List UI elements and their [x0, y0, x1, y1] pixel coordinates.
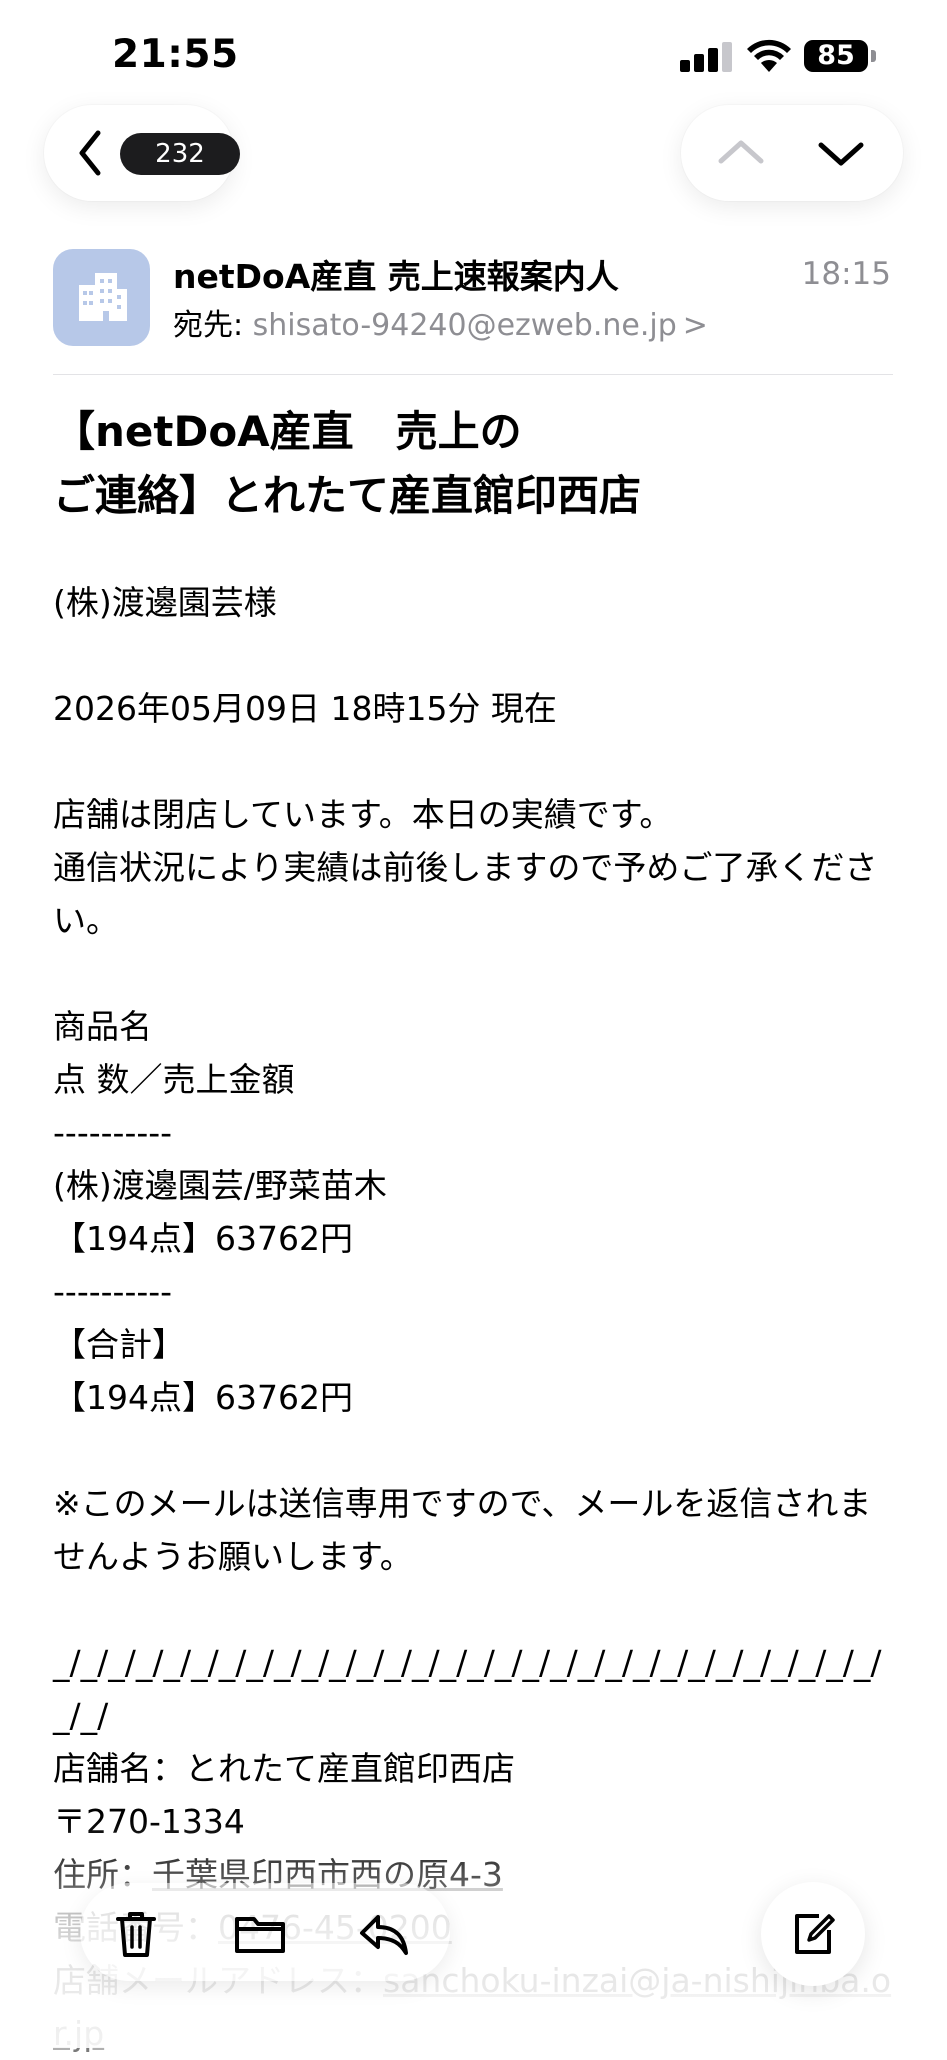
postal-code: 〒270-1334 — [53, 1802, 245, 1841]
recipient-address: shisato-94240@ezweb.ne.jp — [252, 308, 677, 343]
chevron-right-icon: > — [682, 308, 708, 343]
report-datetime: 2026年05月09日 18時15分 現在 — [53, 689, 557, 728]
message-navigation — [681, 105, 903, 201]
status-time: 21:55 — [112, 32, 239, 77]
total-value: 【194点】63762円 — [53, 1378, 353, 1417]
wifi-icon — [747, 39, 791, 72]
separator: ---------- — [53, 1113, 173, 1152]
folder-icon[interactable] — [232, 1905, 288, 1961]
signature-rule: _/_/_/_/_/_/_/_/_/_/_/_/_/_/_/_/_/_/_/_/… — [53, 1643, 882, 1735]
trash-icon[interactable] — [108, 1905, 164, 1961]
email-subject: 【netDoA産直 売上の ご連絡】とれたて産直館印西店 — [53, 400, 893, 528]
noreply-notice: ※このメールは送信専用ですので、メールを返信されませんようお願いします。 — [53, 1484, 872, 1576]
chevron-left-icon — [79, 130, 101, 176]
email-body: (株)渡邊園芸様 2026年05月09日 18時15分 現在 店舗は閉店していま… — [53, 576, 903, 2060]
bottom-toolbar — [80, 1883, 450, 1981]
battery-level: 85 — [804, 40, 868, 72]
shop-name: 店舗名：とれたて産直館印西店 — [53, 1749, 515, 1788]
header-divider — [53, 374, 893, 375]
column-header-name: 商品名 — [53, 1007, 152, 1046]
column-header-amount: 点 数／売上金額 — [53, 1060, 295, 1099]
chevron-down-icon[interactable] — [811, 123, 871, 183]
received-time: 18:15 — [801, 256, 891, 292]
subject-line-2: ご連絡】とれたて産直館印西店 — [53, 471, 642, 520]
recipient-line[interactable]: 宛先: shisato-94240@ezweb.ne.jp > — [173, 300, 708, 344]
compose-button[interactable] — [761, 1882, 865, 1986]
addressee: (株)渡邊園芸様 — [53, 583, 277, 622]
subject-line-1: 【netDoA産直 売上の — [53, 407, 522, 456]
battery-cap — [871, 50, 876, 62]
unread-count-badge: 232 — [120, 133, 240, 175]
item-value: 【194点】63762円 — [53, 1219, 353, 1258]
sender-avatar[interactable] — [53, 249, 150, 346]
reply-icon[interactable] — [356, 1905, 412, 1961]
total-label: 【合計】 — [53, 1325, 185, 1364]
status-bar: 21:55 85 — [0, 0, 947, 110]
item-name: (株)渡邊園芸/野菜苗木 — [53, 1166, 387, 1205]
latency-notice: 通信状況により実績は前後しますので予めご了承ください。 — [53, 848, 878, 940]
building-icon — [79, 273, 127, 321]
closing-notice: 店舗は閉店しています。本日の実績です。 — [53, 795, 673, 834]
chevron-up-icon[interactable] — [711, 123, 771, 183]
compose-icon — [795, 1914, 835, 1954]
sender-name[interactable]: netDoA産直 売上速報案内人 — [173, 250, 619, 298]
cellular-signal-icon — [680, 42, 736, 72]
separator: ---------- — [53, 1272, 173, 1311]
back-button[interactable]: 232 — [44, 105, 240, 201]
to-label: 宛先: — [173, 308, 244, 343]
